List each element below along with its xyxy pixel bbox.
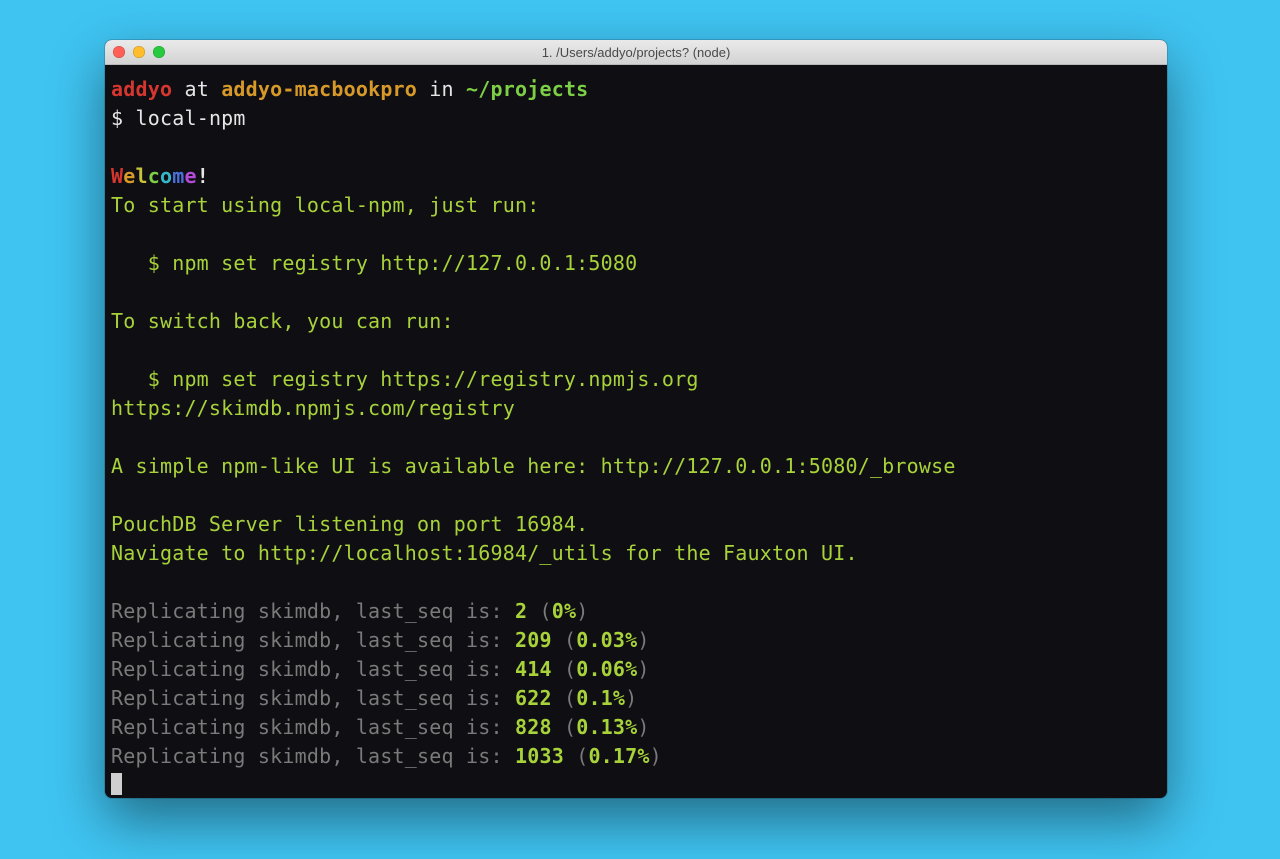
paren-open: ( xyxy=(539,599,551,623)
paren-open: ( xyxy=(564,715,576,739)
replication-line: Replicating skimdb, last_seq is: 1033 (0… xyxy=(111,742,1161,771)
replication-seq: 209 xyxy=(515,628,552,652)
replication-prefix: Replicating skimdb, last_seq is: xyxy=(111,657,515,681)
line-switch-hint: To switch back, you can run: xyxy=(111,309,454,333)
replication-prefix: Replicating skimdb, last_seq is: xyxy=(111,744,515,768)
replication-seq: 2 xyxy=(515,599,527,623)
line-pouch: PouchDB Server listening on port 16984. xyxy=(111,512,588,536)
replication-pct: 0.13% xyxy=(576,715,637,739)
replication-prefix: Replicating skimdb, last_seq is: xyxy=(111,628,515,652)
prompt-at: at xyxy=(172,77,221,101)
line-start-hint: To start using local-npm, just run: xyxy=(111,193,539,217)
prompt-user: addyo xyxy=(111,77,172,101)
replication-pct: 0.17% xyxy=(588,744,649,768)
replication-pct: 0.1% xyxy=(576,686,625,710)
zoom-icon[interactable] xyxy=(153,46,165,58)
terminal-body[interactable]: addyo at addyo-macbookpro in ~/projects … xyxy=(105,65,1167,798)
prompt-in: in xyxy=(417,77,466,101)
paren-close: ) xyxy=(576,599,588,623)
paren-close: ) xyxy=(625,686,637,710)
terminal-window: 1. /Users/addyo/projects? (node) addyo a… xyxy=(105,40,1167,798)
replication-line: Replicating skimdb, last_seq is: 622 (0.… xyxy=(111,684,1161,713)
paren-close: ) xyxy=(637,715,649,739)
replication-seq: 828 xyxy=(515,715,552,739)
prompt-path: ~/projects xyxy=(466,77,588,101)
replication-pct: 0.03% xyxy=(576,628,637,652)
replication-seq: 622 xyxy=(515,686,552,710)
replication-seq: 1033 xyxy=(515,744,564,768)
prompt-dollar: $ xyxy=(111,106,123,130)
paren-open: ( xyxy=(564,657,576,681)
replication-line: Replicating skimdb, last_seq is: 828 (0.… xyxy=(111,713,1161,742)
line-skimdb-url: https://skimdb.npmjs.com/registry xyxy=(111,396,515,420)
window-title: 1. /Users/addyo/projects? (node) xyxy=(105,45,1167,60)
replication-seq: 414 xyxy=(515,657,552,681)
welcome-letter: m xyxy=(172,164,184,188)
replication-pct: 0.06% xyxy=(576,657,637,681)
replication-log: Replicating skimdb, last_seq is: 2 (0%)R… xyxy=(111,597,1161,771)
prompt-command: local-npm xyxy=(136,106,246,130)
replication-prefix: Replicating skimdb, last_seq is: xyxy=(111,599,515,623)
welcome-letter: e xyxy=(123,164,135,188)
welcome-letter: ! xyxy=(197,164,209,188)
line-fauxton: Navigate to http://localhost:16984/_util… xyxy=(111,541,858,565)
traffic-lights xyxy=(113,46,165,58)
replication-line: Replicating skimdb, last_seq is: 209 (0.… xyxy=(111,626,1161,655)
paren-open: ( xyxy=(564,686,576,710)
paren-close: ) xyxy=(637,657,649,681)
replication-pct: 0% xyxy=(552,599,576,623)
cursor-icon xyxy=(111,773,122,795)
paren-open: ( xyxy=(576,744,588,768)
replication-line: Replicating skimdb, last_seq is: 414 (0.… xyxy=(111,655,1161,684)
line-set-remote: $ npm set registry https://registry.npmj… xyxy=(111,367,699,391)
replication-line: Replicating skimdb, last_seq is: 2 (0%) xyxy=(111,597,1161,626)
welcome-letter: c xyxy=(148,164,160,188)
welcome-letter: e xyxy=(185,164,197,188)
minimize-icon[interactable] xyxy=(133,46,145,58)
replication-prefix: Replicating skimdb, last_seq is: xyxy=(111,686,515,710)
welcome-letter: l xyxy=(136,164,148,188)
paren-close: ) xyxy=(637,628,649,652)
titlebar[interactable]: 1. /Users/addyo/projects? (node) xyxy=(105,40,1167,65)
line-ui-hint: A simple npm-like UI is available here: … xyxy=(111,454,956,478)
welcome-banner: Welcome! xyxy=(111,164,209,188)
close-icon[interactable] xyxy=(113,46,125,58)
welcome-letter: W xyxy=(111,164,123,188)
prompt-host: addyo-macbookpro xyxy=(221,77,417,101)
replication-prefix: Replicating skimdb, last_seq is: xyxy=(111,715,515,739)
line-set-local: $ npm set registry http://127.0.0.1:5080 xyxy=(111,251,637,275)
welcome-letter: o xyxy=(160,164,172,188)
paren-close: ) xyxy=(650,744,662,768)
paren-open: ( xyxy=(564,628,576,652)
